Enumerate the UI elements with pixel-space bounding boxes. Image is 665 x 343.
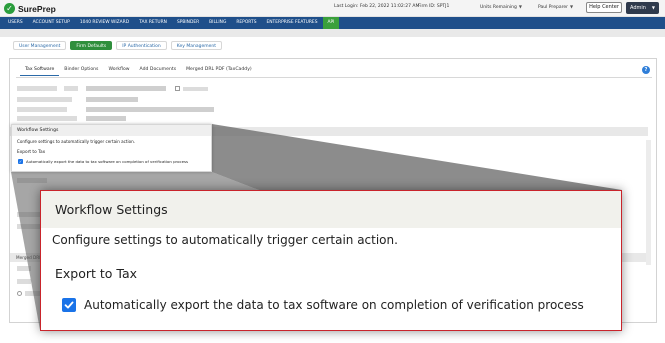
card-title: Workflow Settings (12, 125, 211, 136)
nav-item-account-setup[interactable]: ACCOUNT SETUP (28, 17, 75, 29)
admin-label: Admin (630, 5, 646, 11)
tab-firm-defaults[interactable]: Firm Defaults (70, 41, 113, 50)
firm-id: Firm ID: SPTJ1 (418, 4, 450, 9)
blurred-label (17, 107, 67, 112)
tabs-divider (16, 77, 652, 78)
panel-tabs: Tax Software Binder Options Workflow Add… (20, 67, 257, 76)
checkmark-icon (64, 301, 74, 309)
section-title: Export to Tax (17, 150, 46, 155)
tab-ip-authentication[interactable]: IP Authentication (116, 41, 167, 50)
top-bar: ✓ SurePrep Last Login: Feb 22, 2022 11:0… (0, 0, 665, 17)
blurred-label (64, 86, 78, 91)
settings-subtabs: User Management Firm Defaults IP Authent… (13, 41, 222, 50)
chevron-down-icon: ▼ (518, 4, 522, 9)
auto-export-option[interactable]: ✓ Automatically export the data to tax s… (12, 159, 211, 164)
tab-add-documents[interactable]: Add Documents (135, 67, 182, 76)
card-description: Configure settings to automatically trig… (52, 233, 398, 247)
section-title: Export to Tax (55, 266, 138, 281)
help-center-button[interactable]: Help Center (586, 2, 622, 13)
tab-merged-drl-pdf[interactable]: Merged DRL PDF (TaxCaddy) (181, 67, 257, 76)
chevron-down-icon: ▼ (651, 5, 655, 10)
blurred-label (17, 97, 72, 102)
check-circle-icon: ✓ (4, 3, 15, 14)
user-name: Paul Preparer (538, 5, 568, 10)
nav-item-review-wizard[interactable]: 1040 REVIEW WIZARD (75, 17, 134, 29)
nav-item-billing[interactable]: BILLING (204, 17, 231, 29)
card-header: Workflow Settings (41, 191, 621, 228)
auto-export-option[interactable]: Automatically export the data to tax sof… (62, 298, 584, 312)
workflow-settings-card-zoomed: Workflow Settings Configure settings to … (40, 190, 622, 331)
blurred-label (17, 224, 41, 229)
nav-item-reports[interactable]: REPORTS (231, 17, 261, 29)
vertical-scrollbar[interactable] (646, 140, 651, 265)
blurred-label (17, 266, 31, 271)
blurred-field (86, 116, 126, 121)
tab-key-management[interactable]: Key Management (170, 41, 222, 50)
blurred-field (86, 107, 214, 112)
tab-user-management[interactable]: User Management (13, 41, 67, 50)
tab-workflow[interactable]: Workflow (103, 67, 134, 76)
nav-item-spbinder[interactable]: SPBINDER (172, 17, 204, 29)
main-nav: USERS ACCOUNT SETUP 1040 REVIEW WIZARD T… (0, 17, 665, 29)
admin-dropdown[interactable]: Admin ▼ (626, 2, 659, 14)
auto-export-label: Automatically export the data to tax sof… (84, 298, 584, 312)
blurred-label (17, 279, 31, 284)
card-title: Workflow Settings (55, 202, 168, 217)
blurred-label (17, 86, 57, 91)
info-icon[interactable]: ? (642, 66, 650, 74)
nav-item-users[interactable]: USERS (3, 17, 28, 29)
auto-export-checkbox[interactable]: ✓ (18, 159, 23, 164)
blurred-checkbox (175, 86, 180, 91)
blurred-label (183, 87, 208, 91)
breadcrumb-strip (0, 29, 665, 37)
logo[interactable]: ✓ SurePrep (4, 2, 56, 15)
workflow-settings-card-small: Workflow Settings Configure settings to … (11, 124, 212, 172)
units-remaining[interactable]: Units Remaining ▼ (480, 4, 522, 10)
blurred-field (86, 97, 138, 102)
merged-drl-label: Merged DRL (16, 255, 42, 260)
tab-tax-software[interactable]: Tax Software (20, 67, 60, 76)
blurred-label (17, 178, 47, 183)
last-login: Last Login: Feb 22, 2022 11:02:27 AM (334, 4, 420, 9)
auto-export-checkbox[interactable] (62, 298, 76, 312)
tab-binder-options[interactable]: Binder Options (59, 67, 103, 76)
user-menu[interactable]: Paul Preparer ▼ (538, 4, 573, 10)
units-remaining-label: Units Remaining (480, 5, 517, 10)
nav-item-api[interactable]: API (322, 17, 340, 29)
logo-text: SurePrep (18, 3, 56, 14)
blurred-field (86, 86, 166, 91)
nav-item-enterprise-features[interactable]: ENTERPRISE FEATURES (262, 17, 323, 29)
chevron-down-icon: ▼ (569, 4, 574, 9)
blurred-radio (17, 291, 22, 296)
nav-item-tax-return[interactable]: TAX RETURN (134, 17, 172, 29)
auto-export-label: Automatically export the data to tax sof… (26, 159, 189, 164)
card-description: Configure settings to automatically trig… (17, 139, 136, 144)
blurred-label (17, 116, 77, 121)
